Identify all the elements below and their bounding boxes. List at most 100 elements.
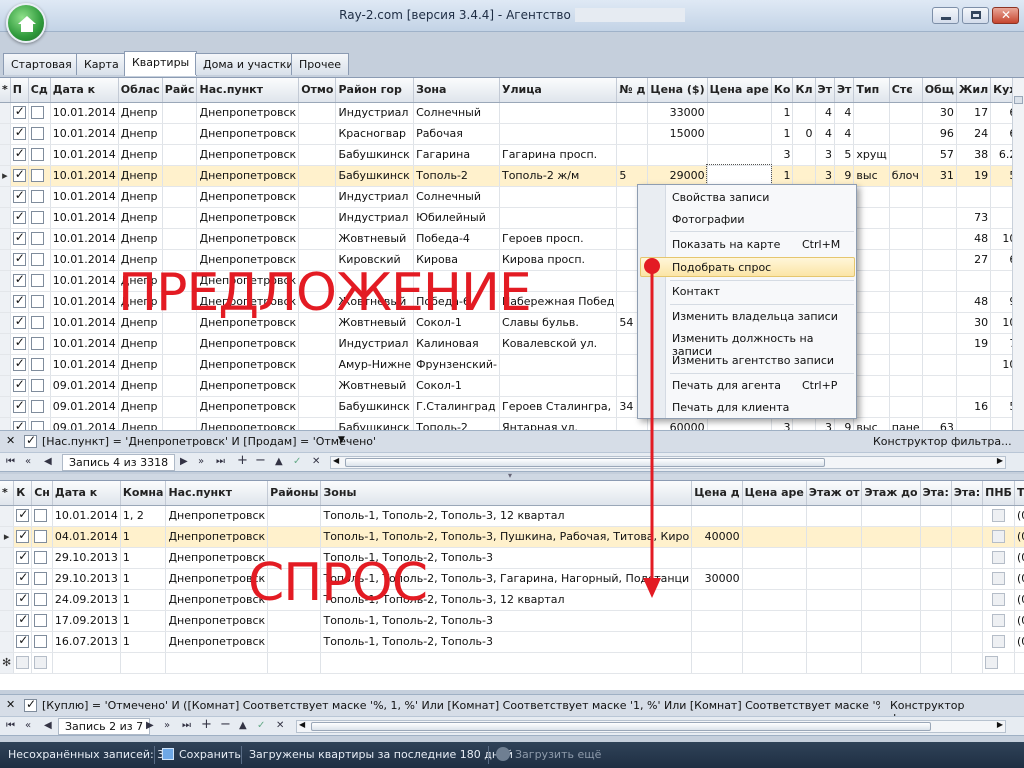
checkbox[interactable]	[34, 656, 48, 670]
checkbox[interactable]	[34, 530, 48, 544]
checkbox[interactable]	[30, 232, 44, 246]
checkbox[interactable]	[12, 377, 26, 393]
table-cell[interactable]	[298, 102, 337, 124]
table-cell[interactable]: Победа-4	[413, 228, 500, 250]
table-cell[interactable]: Днепропетровск	[196, 396, 300, 418]
grid2-col-header[interactable]: Этаж до	[861, 481, 921, 506]
table-cell[interactable]: Ковалевской ул.	[499, 333, 618, 355]
table-cell[interactable]	[28, 375, 51, 397]
filter-builder-link[interactable]: Конструктор фильтра...	[873, 435, 1012, 448]
table-cell[interactable]	[889, 249, 923, 271]
table-cell[interactable]	[162, 396, 198, 418]
table-cell[interactable]	[162, 102, 198, 124]
table-cell[interactable]	[691, 631, 743, 653]
table-cell[interactable]	[922, 396, 957, 418]
table-cell[interactable]: блоч	[889, 165, 923, 187]
table-cell[interactable]: Днепропетровск	[196, 354, 300, 376]
table-cell[interactable]	[920, 526, 952, 548]
table-cell[interactable]: Днепропетровск	[196, 165, 300, 187]
table-cell[interactable]	[10, 186, 29, 208]
table-cell[interactable]	[28, 228, 51, 250]
table-cell[interactable]	[298, 186, 337, 208]
table-cell[interactable]: 1	[120, 526, 167, 548]
delete-record-icon[interactable]: −	[255, 453, 266, 468]
table-cell[interactable]	[616, 144, 649, 166]
table-cell[interactable]	[922, 375, 957, 397]
table-cell[interactable]	[889, 207, 923, 229]
table-cell[interactable]	[0, 610, 15, 632]
table-cell[interactable]	[853, 249, 890, 271]
table-cell[interactable]	[0, 589, 15, 611]
grid1-col-header[interactable]: Эт	[815, 78, 835, 103]
table-cell[interactable]	[162, 165, 198, 187]
table-cell[interactable]	[298, 207, 337, 229]
horizontal-scrollbar[interactable]: ◀ ▶	[330, 456, 1006, 469]
last-record-icon[interactable]: ⏭	[216, 456, 225, 467]
cancel-edit-icon[interactable]: ✕	[312, 456, 320, 467]
checkbox[interactable]	[992, 593, 1006, 607]
table-cell[interactable]	[267, 631, 322, 653]
grid1-col-header[interactable]: Облас	[118, 78, 163, 103]
checkbox[interactable]	[30, 211, 44, 225]
grid1-col-header[interactable]: Жил	[956, 78, 992, 103]
table-cell[interactable]: Фрунзенский-	[413, 354, 500, 376]
menu-item-change-agency[interactable]: Изменить агентство записи	[672, 354, 834, 367]
table-cell[interactable]	[889, 375, 923, 397]
checkbox[interactable]	[30, 148, 44, 162]
table-cell[interactable]	[806, 505, 863, 527]
table-cell[interactable]	[13, 631, 33, 653]
table-row[interactable]: 10.01.2014ДнепрДнепропетровскБабушкинскГ…	[0, 144, 1024, 166]
table-row[interactable]: 10.01.2014ДнепрДнепропетровскИндустриалС…	[0, 186, 1024, 208]
table-cell[interactable]	[162, 207, 198, 229]
table-cell[interactable]: Днепропетровск	[196, 333, 300, 355]
filter-close-icon[interactable]: ✕	[6, 434, 15, 447]
checkbox[interactable]	[16, 656, 30, 670]
checkbox[interactable]	[992, 551, 1006, 565]
table-cell[interactable]	[861, 610, 921, 632]
table-cell[interactable]: (067)6	[1014, 568, 1024, 590]
table-cell[interactable]	[861, 568, 921, 590]
table-cell[interactable]	[920, 547, 952, 569]
table-cell[interactable]	[0, 568, 15, 590]
grid2-col-header[interactable]: Эта:	[951, 481, 984, 506]
first-record-icon[interactable]: ⏮	[6, 456, 15, 467]
table-cell[interactable]	[806, 589, 863, 611]
checkbox[interactable]	[992, 572, 1006, 586]
table-cell[interactable]: 3	[771, 144, 794, 166]
table-cell[interactable]: 17.09.2013	[52, 610, 121, 632]
table-cell[interactable]	[922, 249, 957, 271]
table-cell[interactable]	[889, 228, 923, 250]
checkbox[interactable]	[34, 635, 48, 649]
table-cell[interactable]	[616, 102, 649, 124]
edit-record-icon[interactable]: ▲	[275, 456, 283, 467]
table-cell[interactable]	[742, 589, 807, 611]
grid1-col-header[interactable]: Цена аре	[707, 78, 772, 103]
table-cell[interactable]	[267, 505, 322, 527]
table-row[interactable]: 10.01.2014Днепр Днепропетровск КрасногварР…	[0, 123, 1024, 145]
table-cell[interactable]	[982, 526, 1015, 548]
table-cell[interactable]	[889, 312, 923, 334]
checkbox[interactable]	[30, 169, 44, 183]
table-cell[interactable]	[982, 589, 1015, 611]
table-cell[interactable]	[792, 144, 816, 166]
table-cell[interactable]	[162, 228, 198, 250]
table-cell[interactable]	[10, 312, 29, 334]
table-cell[interactable]: 10.01.2014	[50, 102, 119, 124]
menu-item-contact[interactable]: Контакт	[672, 285, 720, 298]
table-row[interactable]: 29.10.20131ДнепропетровскТополь-1, Топол…	[0, 547, 1024, 569]
checkbox[interactable]	[30, 400, 44, 414]
grid1-col-header[interactable]: Райс	[162, 78, 198, 103]
checkbox[interactable]	[992, 614, 1006, 628]
table-cell[interactable]	[956, 270, 992, 292]
table-cell[interactable]: Индустриал	[335, 102, 415, 124]
table-cell[interactable]: 16.07.2013	[52, 631, 121, 653]
grid2-col-header[interactable]: Сн	[31, 481, 53, 506]
minimize-button[interactable]	[932, 7, 959, 24]
table-cell[interactable]: Днепропетровск	[196, 207, 300, 229]
table-cell[interactable]	[162, 417, 198, 430]
table-cell[interactable]: 10.01.2014	[50, 144, 119, 166]
grid1-col-header[interactable]: Стє	[889, 78, 923, 103]
table-cell[interactable]: Днепр	[118, 333, 163, 355]
table-cell[interactable]: 1	[120, 631, 167, 653]
table-cell[interactable]	[0, 270, 11, 292]
